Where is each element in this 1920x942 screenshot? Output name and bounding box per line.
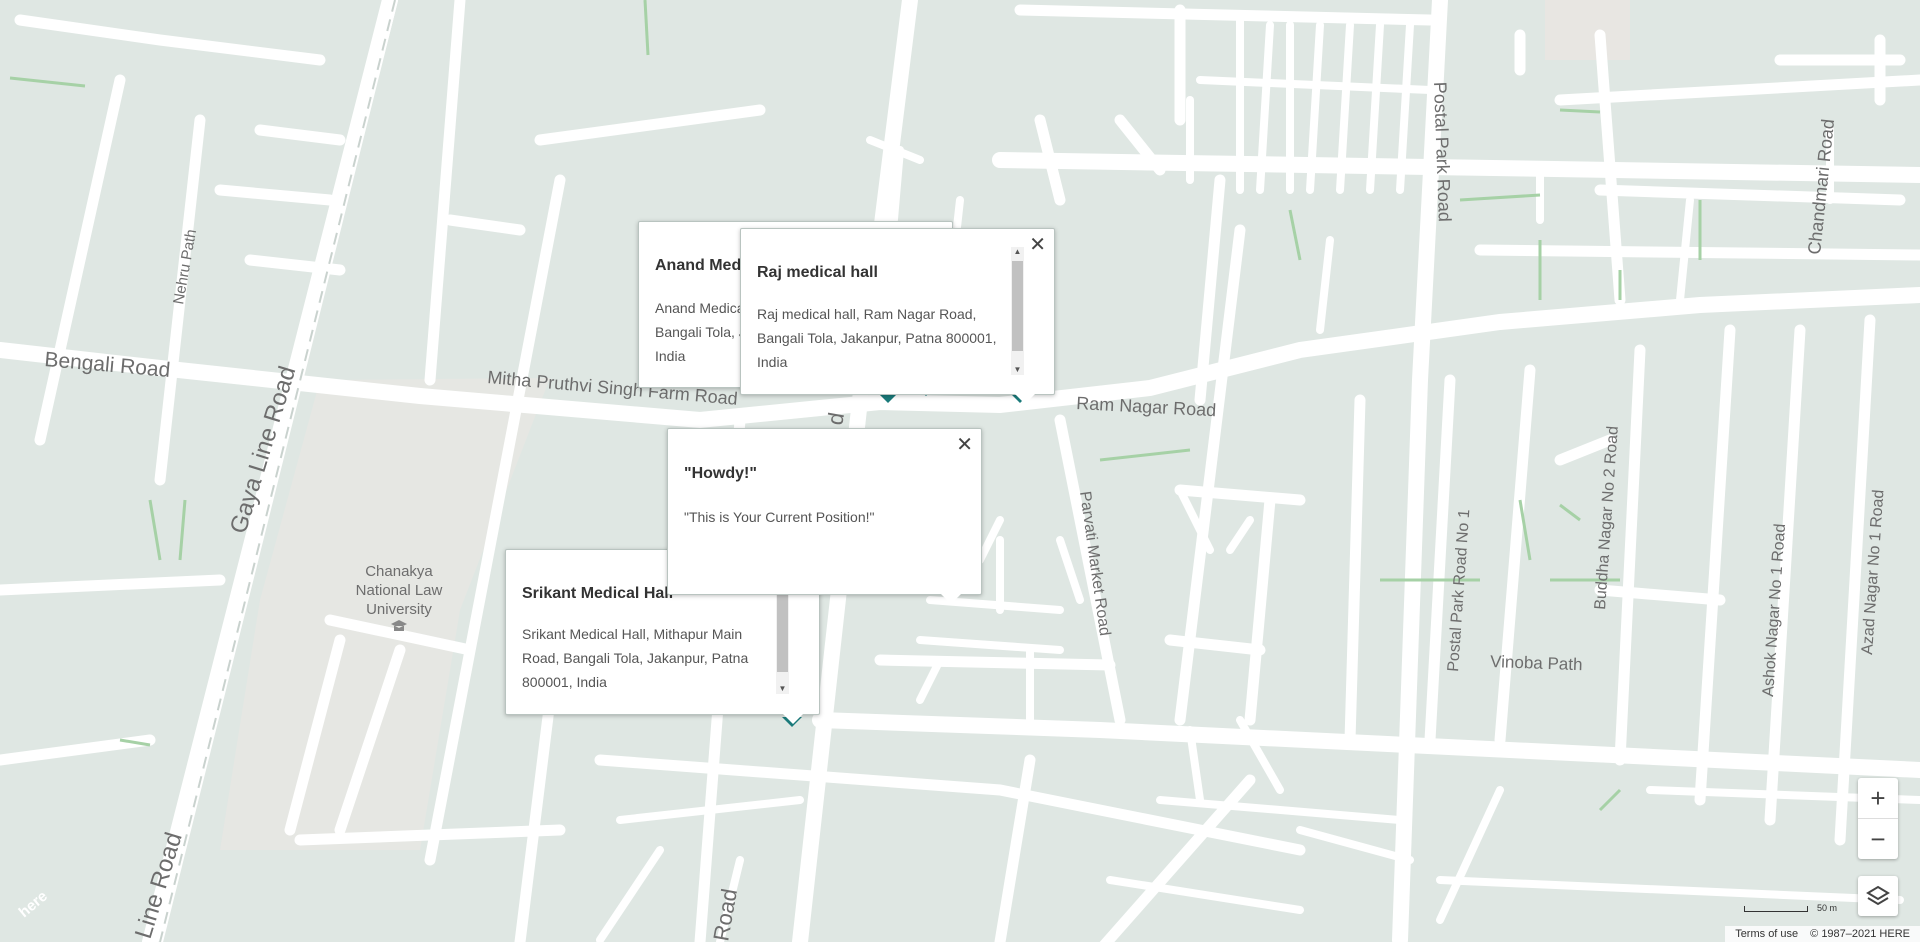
poi-label: Chanakya <box>365 563 433 580</box>
bubble-title: Srikant Medical Hall <box>522 585 674 602</box>
bubble-title: Raj medical hall <box>757 264 878 281</box>
scroll-down-icon[interactable]: ▼ <box>1011 365 1024 375</box>
bubble-tail <box>941 594 961 604</box>
scroll-up-icon[interactable]: ▲ <box>1011 247 1024 257</box>
bubble-title: Anand Med <box>655 257 742 274</box>
layers-button[interactable] <box>1858 876 1898 916</box>
scroll-down-icon[interactable]: ▼ <box>776 684 789 694</box>
bubble-scrollbar[interactable]: ▼ <box>776 594 789 694</box>
bubble-text: "This is Your Current Position!" <box>684 509 875 525</box>
bubble-address: Anand Medica Bangali Tola, J India <box>655 300 746 364</box>
scroll-thumb[interactable] <box>777 594 788 672</box>
scale-bar <box>1744 906 1808 912</box>
info-bubble-raj: ✕ Raj medical hall Raj medical hall, Ram… <box>740 228 1055 395</box>
scale-label: 50 m <box>1817 903 1838 913</box>
copyright: © 1987–2021 HERE <box>1810 928 1910 940</box>
info-bubble-current-position: ✕ "Howdy!" "This is Your Current Positio… <box>667 428 982 595</box>
poi-label: University <box>366 601 432 618</box>
zoom-in-button[interactable]: + <box>1858 778 1898 818</box>
zoom-out-button[interactable]: − <box>1858 818 1898 859</box>
bubble-title: "Howdy!" <box>684 465 757 482</box>
bubble-address: Srikant Medical Hall, Mithapur Main Road… <box>522 626 749 690</box>
map-footer: Terms of use © 1987–2021 HERE <box>1725 926 1920 942</box>
bubble-scrollbar[interactable]: ▲ ▼ <box>1011 247 1024 375</box>
zoom-control: + − <box>1858 778 1898 859</box>
bubble-tail <box>1015 394 1035 404</box>
road-label: Vinoba Path <box>1490 652 1583 674</box>
poi-label: National Law <box>356 582 443 599</box>
scroll-thumb[interactable] <box>1012 261 1023 351</box>
close-icon[interactable]: ✕ <box>956 435 973 455</box>
close-icon[interactable]: ✕ <box>1029 235 1046 255</box>
layers-icon <box>1858 876 1898 916</box>
bubble-address: Raj medical hall, Ram Nagar Road, Bangal… <box>757 306 997 370</box>
bubble-tail <box>783 714 803 724</box>
terms-link[interactable]: Terms of use <box>1735 928 1798 940</box>
